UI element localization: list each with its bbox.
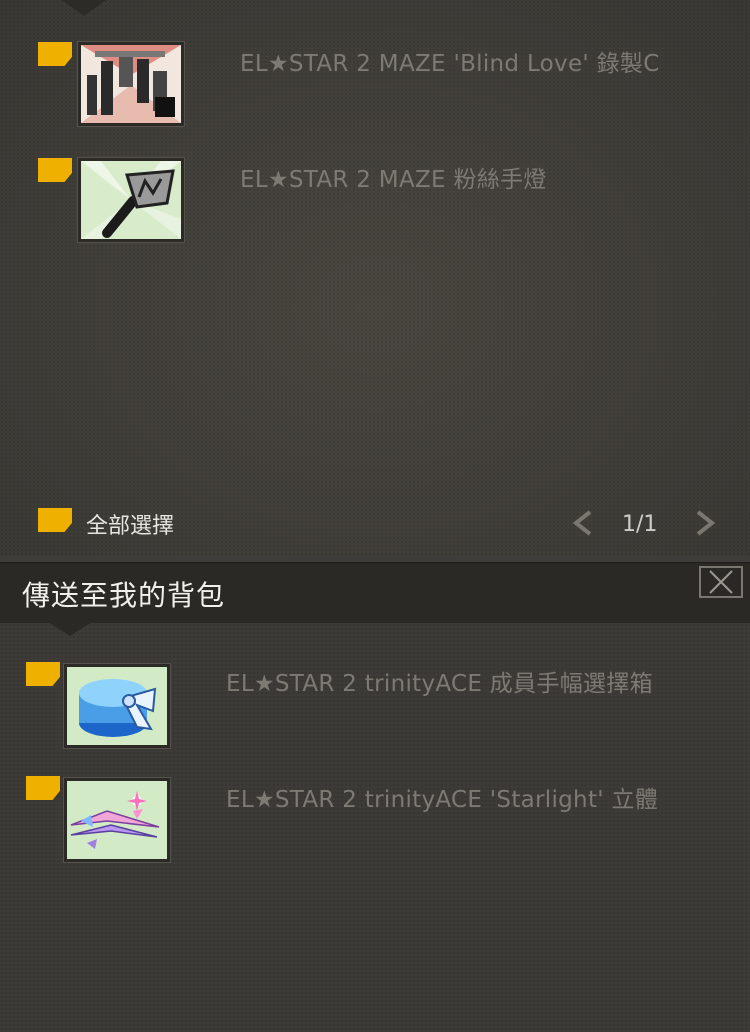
item-checkbox[interactable]: [26, 662, 60, 686]
page-next-button[interactable]: [690, 508, 720, 538]
close-button[interactable]: [699, 566, 743, 598]
chevron-left-icon: [572, 510, 592, 536]
item-name: EL★STAR 2 trinityACE 成員手幅選擇箱: [226, 671, 653, 697]
select-all-checkbox[interactable]: [38, 508, 72, 532]
recording-stage-icon: [78, 42, 184, 126]
list-item[interactable]: EL★STAR 2 trinityACE 'Starlight' 立體: [0, 776, 750, 886]
item-checkbox[interactable]: [26, 776, 60, 800]
close-icon: [709, 570, 733, 594]
item-checkbox[interactable]: [38, 42, 72, 66]
item-name: EL★STAR 2 MAZE 粉絲手燈: [240, 167, 547, 193]
list-item[interactable]: EL★STAR 2 trinityACE 成員手幅選擇箱: [0, 660, 750, 770]
page-prev-button[interactable]: [568, 508, 598, 538]
item-name: EL★STAR 2 MAZE 'Blind Love' 錄製C: [240, 51, 660, 77]
gift-box-icon: [64, 664, 170, 748]
select-all-label: 全部選擇: [86, 514, 175, 539]
chevron-right-icon: [696, 510, 716, 536]
item-checkbox[interactable]: [38, 158, 72, 182]
starlight-ribbon-icon: [64, 778, 170, 862]
header-pointer: [48, 622, 92, 636]
list-item[interactable]: EL★STAR 2 MAZE 粉絲手燈: [0, 154, 750, 264]
page-indicator: 1/1: [622, 512, 658, 537]
panel-pointer: [62, 0, 106, 16]
section-title: 傳送至我的背包: [22, 579, 226, 612]
item-name: EL★STAR 2 trinityACE 'Starlight' 立體: [226, 787, 659, 813]
fan-lightstick-icon: [78, 158, 184, 242]
list-item[interactable]: EL★STAR 2 MAZE 'Blind Love' 錄製C: [0, 38, 750, 148]
